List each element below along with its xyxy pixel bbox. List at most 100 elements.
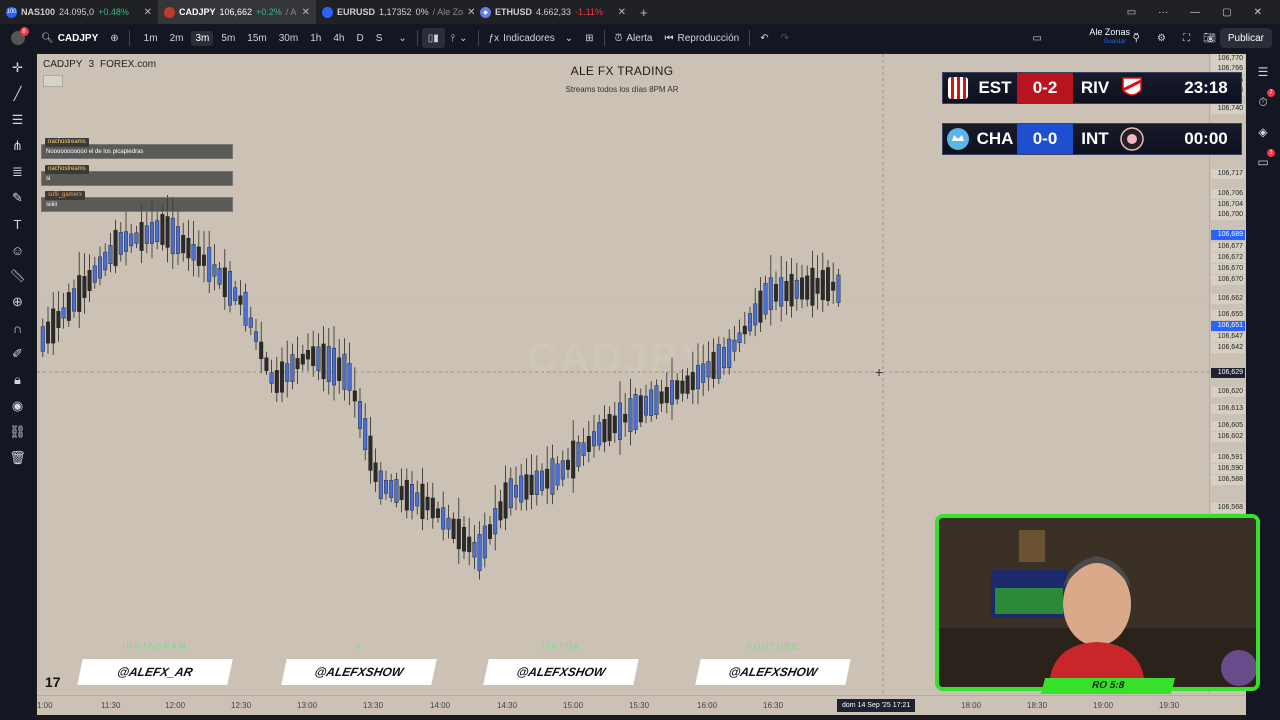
horizontal-lines-icon[interactable]: ☰ bbox=[7, 110, 29, 130]
alert-button[interactable]: ⏰︎ Alerta bbox=[609, 24, 659, 52]
close-tab-icon[interactable]: ✕ bbox=[467, 7, 474, 18]
crosshair-icon[interactable]: ✛ bbox=[7, 58, 29, 78]
settings-button[interactable]: ⚙ bbox=[1151, 24, 1172, 52]
time-label: 16:00 bbox=[697, 701, 718, 710]
time-label: 18:00 bbox=[961, 701, 982, 710]
layouts-button[interactable]: ⊞ bbox=[579, 24, 599, 52]
browser-tab-cadjpy[interactable]: CADJPY 106,662 +0.2% / A ✕ bbox=[158, 0, 316, 24]
more-icon[interactable]: ··· bbox=[1158, 7, 1168, 18]
match-score: 0-0 bbox=[1017, 124, 1073, 154]
quick-search-button[interactable]: ⚲ bbox=[1127, 24, 1146, 52]
chat-icon[interactable]: ▭ 1 bbox=[1253, 149, 1275, 172]
indicators-button[interactable]: ƒx Indicadores ⌄ bbox=[483, 24, 580, 52]
trend-line-icon[interactable]: ╱ bbox=[7, 84, 29, 104]
watchlist-icon[interactable]: ☰ bbox=[1253, 62, 1273, 82]
timeframe-4h[interactable]: 4h bbox=[329, 31, 348, 46]
timeframe-30m[interactable]: 30m bbox=[275, 31, 302, 46]
match-clock: 23:18 bbox=[1184, 78, 1228, 97]
chart-type-button[interactable]: ⫯ ⌄ bbox=[445, 24, 474, 52]
alarm-clock-icon: ⏰︎ bbox=[614, 32, 623, 44]
candle bbox=[196, 230, 201, 278]
symbol-search[interactable]: 🔍︎ CADJPY bbox=[35, 24, 104, 52]
nas100-favicon-icon: 100 bbox=[6, 6, 17, 18]
match-score: 0-2 bbox=[1017, 73, 1073, 103]
link-icon[interactable]: ⛓ bbox=[7, 422, 29, 442]
price-label: 106,588 bbox=[1211, 475, 1245, 485]
emoji-icon[interactable]: ☺ bbox=[7, 240, 29, 260]
browser-tab-ethusd[interactable]: ◆ ETHUSD 4.662,33 -1.11% ✕ bbox=[474, 0, 632, 24]
chart-toolbar: 8 🔍︎ CADJPY ⊕ 1m 2m 3m 5m 15m 30m 1h 4h D S ⌄ ▯▮ … bbox=[0, 24, 1280, 52]
maximize-icon[interactable]: ▢ bbox=[1222, 7, 1231, 18]
tradingview-logo[interactable]: 17 bbox=[45, 674, 61, 690]
candle bbox=[462, 516, 467, 559]
price-label: 106,642 bbox=[1211, 343, 1245, 353]
replay-button[interactable]: ⏮︎ Reproducción bbox=[659, 24, 746, 52]
magnet-icon[interactable]: ∩ bbox=[7, 318, 29, 338]
candle bbox=[389, 473, 394, 503]
close-tab-icon[interactable]: ✕ bbox=[144, 7, 152, 18]
close-tab-icon[interactable]: ✕ bbox=[302, 7, 310, 18]
legend-collapse-button[interactable] bbox=[43, 75, 63, 87]
candle bbox=[581, 428, 586, 466]
timeframe-1h[interactable]: 1h bbox=[306, 31, 325, 46]
ruler-icon[interactable]: 📏︎ bbox=[7, 266, 29, 286]
text-icon[interactable]: T bbox=[7, 214, 29, 234]
alerts-clock-icon[interactable]: ⏱︎ 7 bbox=[1253, 89, 1275, 112]
timeframe-3m[interactable]: 3m bbox=[191, 30, 214, 46]
lock-icon[interactable]: 🔒︎ bbox=[7, 370, 29, 390]
candle bbox=[201, 231, 206, 283]
time-axis[interactable]: dom 14 Sep '25 17:21 1:00 11:30 12:00 12:30… bbox=[37, 695, 1246, 715]
camera-icon: 📷︎ bbox=[1203, 32, 1216, 44]
candle-type-button[interactable]: ▯▮ bbox=[421, 28, 445, 48]
chevron-down-icon: ⌄ bbox=[564, 32, 574, 44]
candle bbox=[664, 372, 669, 414]
timeframe-1m[interactable]: 1m bbox=[140, 31, 162, 46]
timeframe-D[interactable]: D bbox=[352, 31, 367, 46]
candle bbox=[763, 275, 768, 320]
browser-tab-eurusd[interactable]: EURUSD 1,17352 0% / Ale Zo ✕ bbox=[316, 0, 474, 24]
timeframe-dropdown[interactable]: ⌄ bbox=[392, 24, 412, 52]
window-layout-icon[interactable]: ▭ bbox=[1127, 7, 1136, 18]
zoom-icon[interactable]: ⊕ bbox=[7, 292, 29, 312]
layers-icon[interactable]: ◈ bbox=[1253, 122, 1273, 142]
new-tab-button[interactable]: + bbox=[632, 5, 656, 20]
timeframe-15m[interactable]: 15m bbox=[243, 31, 270, 46]
fullscreen-button[interactable]: ⛶ bbox=[1177, 24, 1196, 52]
social-platform: TIKTOK bbox=[540, 642, 582, 651]
brush-icon[interactable]: ✎ bbox=[7, 188, 29, 208]
eye-icon[interactable]: ◉ bbox=[7, 396, 29, 416]
close-window-icon[interactable]: ✕ bbox=[1254, 7, 1262, 18]
fib-icon[interactable]: ≣ bbox=[7, 162, 29, 182]
compare-add-button[interactable]: ⊕ bbox=[104, 24, 124, 52]
inter-miami-crest-icon bbox=[1117, 124, 1147, 154]
chat-badge: 1 bbox=[1267, 149, 1275, 157]
publish-button[interactable]: Publicar bbox=[1219, 28, 1272, 48]
time-label: 12:30 bbox=[231, 701, 252, 710]
candle bbox=[602, 405, 607, 452]
candle bbox=[274, 356, 279, 403]
tab-symbol: EURUSD bbox=[337, 7, 376, 17]
close-tab-icon[interactable]: ✕ bbox=[618, 7, 626, 18]
minimize-icon[interactable]: — bbox=[1190, 7, 1200, 18]
pitchfork-icon[interactable]: ⋔ bbox=[7, 136, 29, 156]
menu-avatar[interactable]: 8 bbox=[0, 24, 35, 52]
draw-mode-icon[interactable]: ✐ bbox=[7, 344, 29, 364]
timeframe-2m[interactable]: 2m bbox=[166, 31, 188, 46]
timeframe-5m[interactable]: 5m bbox=[217, 31, 239, 46]
time-label: 14:30 bbox=[497, 701, 518, 710]
tab-symbol: ETHUSD bbox=[495, 7, 533, 17]
browser-tab-nas100[interactable]: 100 NAS100 24.095,0 +0.48% ✕ bbox=[0, 0, 158, 24]
layout-toggle[interactable]: ▭ bbox=[1027, 24, 1048, 52]
redo-button[interactable]: ↷ bbox=[775, 24, 795, 52]
timeframe-S[interactable]: S bbox=[372, 31, 387, 46]
candle bbox=[139, 204, 144, 263]
candle bbox=[186, 219, 191, 271]
quick-search-icon: ⚲ bbox=[1132, 32, 1140, 44]
trash-icon[interactable]: 🗑︎ bbox=[7, 448, 29, 468]
candle bbox=[472, 524, 477, 570]
candle bbox=[332, 326, 337, 401]
snapshot-button[interactable]: 📷︎ bbox=[1197, 24, 1222, 52]
undo-button[interactable]: ↶ bbox=[754, 24, 774, 52]
candle bbox=[441, 491, 446, 541]
candle bbox=[488, 516, 493, 545]
